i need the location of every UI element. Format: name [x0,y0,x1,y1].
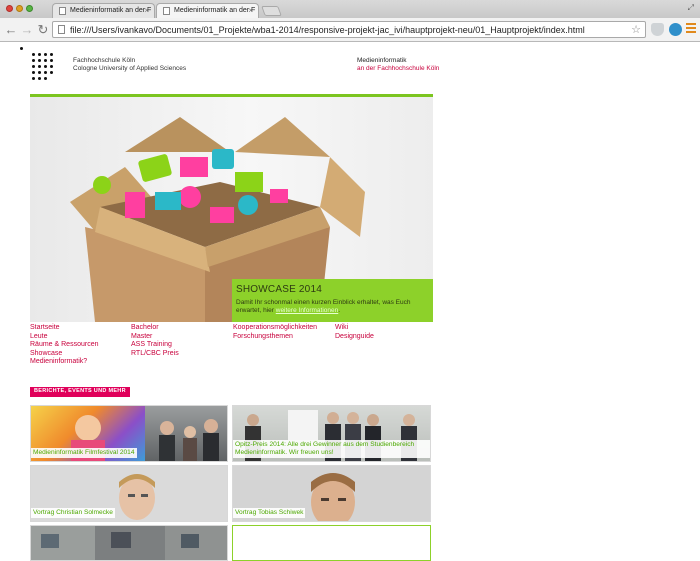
nav-link-forschung[interactable]: Forschungsthemen [233,333,317,342]
exhibition-photo [31,526,227,560]
tab-title: Medieninformatik an der F [174,7,256,14]
news-card-placeholder[interactable] [232,525,431,561]
browser-tab-bar: Medieninformatik an der F × Medieninform… [0,0,700,18]
showcase-text: Damit Ihr schonmal einen kurzen Einblick… [236,299,432,315]
faculty-title[interactable]: Medieninformatik an der Fachhochschule K… [357,57,439,73]
nav-link-leute[interactable]: Leute [30,333,98,342]
new-tab-button[interactable] [261,6,282,16]
nav-column-4: Wiki Designguide [335,324,374,341]
file-icon [58,25,65,34]
nav-link-startseite[interactable]: Startseite [30,324,98,333]
news-section-label: BERICHTE, EVENTS UND MEHR [30,387,130,397]
showcase-title: SHOWCASE 2014 [236,284,322,295]
hamburger-menu-icon[interactable] [686,23,696,35]
showcase-suffix: . [338,307,341,314]
nav-link-rtl-preis[interactable]: RTL/CBC Preis [131,350,179,359]
news-card-schiwek[interactable]: Vortrag Tobias Schiwek [232,465,431,522]
showcase-more-link[interactable]: weitere Informationen [276,307,339,314]
university-name: Fachhochschule Köln Cologne University o… [73,57,186,73]
nav-link-ass-training[interactable]: ASS Training [131,341,179,350]
url-text: file:///Users/ivankavo/Documents/01_Proj… [70,25,585,35]
nav-link-raeume[interactable]: Räume & Ressourcen [30,341,98,350]
page-icon [163,7,170,15]
nav-link-master[interactable]: Master [131,333,179,342]
web-page: Fachhochschule Köln Cologne University o… [0,43,700,561]
news-card-solmecke[interactable]: Vortrag Christian Solmecke [30,465,228,522]
nav-link-showcase[interactable]: Showcase [30,350,98,359]
browser-toolbar: ← → ↻ file:///Users/ivankavo/Documents/0… [0,18,700,42]
news-caption: Opitz-Preis 2014: Alle drei Gewinner aus… [233,440,430,458]
news-image [145,406,227,461]
news-caption: Medieninformatik Filmfestival 2014 [31,448,137,458]
people-photo [159,419,219,461]
faculty-subtitle: an der Fachhochschule Köln [357,65,440,72]
star-icon[interactable]: ☆ [631,23,641,36]
nav-link-kooperation[interactable]: Kooperationsmöglichkeiten [233,324,317,333]
nav-link-medieninformatik[interactable]: Medieninformatik? [30,358,98,367]
extension-icon[interactable] [669,23,682,36]
tab-title: Medieninformatik an der F [70,7,152,14]
nav-column-1: Startseite Leute Räume & Ressourcen Show… [30,324,98,367]
window-minimize-button[interactable] [16,5,23,12]
forward-arrow-icon[interactable]: → [20,21,34,39]
nav-column-2: Bachelor Master ASS Training RTL/CBC Pre… [131,324,179,358]
fullscreen-icon[interactable]: ⤢ [688,3,694,13]
tab-close-icon[interactable]: × [144,6,149,15]
nav-link-bachelor[interactable]: Bachelor [131,324,179,333]
university-name-en: Cologne University of Applied Sciences [73,65,187,72]
news-caption: Vortrag Christian Solmecke [31,508,115,518]
back-arrow-icon[interactable]: ← [4,21,18,39]
shield-extension-icon[interactable] [651,23,664,36]
nav-column-3: Kooperationsmöglichkeiten Forschungsthem… [233,324,317,341]
nav-link-designguide[interactable]: Designguide [335,333,374,342]
tab-close-icon[interactable]: × [248,6,253,15]
university-logo[interactable] [20,47,68,83]
faculty-name: Medieninformatik [357,57,407,64]
university-name-de: Fachhochschule Köln [73,57,136,64]
address-bar[interactable]: file:///Users/ivankavo/Documents/01_Proj… [52,21,646,38]
news-caption: Vortrag Tobias Schiwek [233,508,306,518]
nav-link-wiki[interactable]: Wiki [335,324,374,333]
showcase-teaser[interactable]: SHOWCASE 2014 Damit Ihr schonmal einen k… [232,279,433,322]
window-close-button[interactable] [6,5,13,12]
hero-banner[interactable]: SHOWCASE 2014 Damit Ihr schonmal einen k… [30,97,433,322]
reload-icon[interactable]: ↻ [36,21,50,39]
news-card-filmfestival[interactable]: Medieninformatik Filmfestival 2014 [30,405,228,462]
news-card-exhibition[interactable] [30,525,228,561]
news-card-opitz-preis[interactable]: Opitz-Preis 2014: Alle drei Gewinner aus… [232,405,431,462]
browser-tab-1[interactable]: Medieninformatik an der F × [52,3,155,18]
page-icon [59,7,66,15]
window-maximize-button[interactable] [26,5,33,12]
browser-tab-2[interactable]: Medieninformatik an der F × [156,3,259,18]
